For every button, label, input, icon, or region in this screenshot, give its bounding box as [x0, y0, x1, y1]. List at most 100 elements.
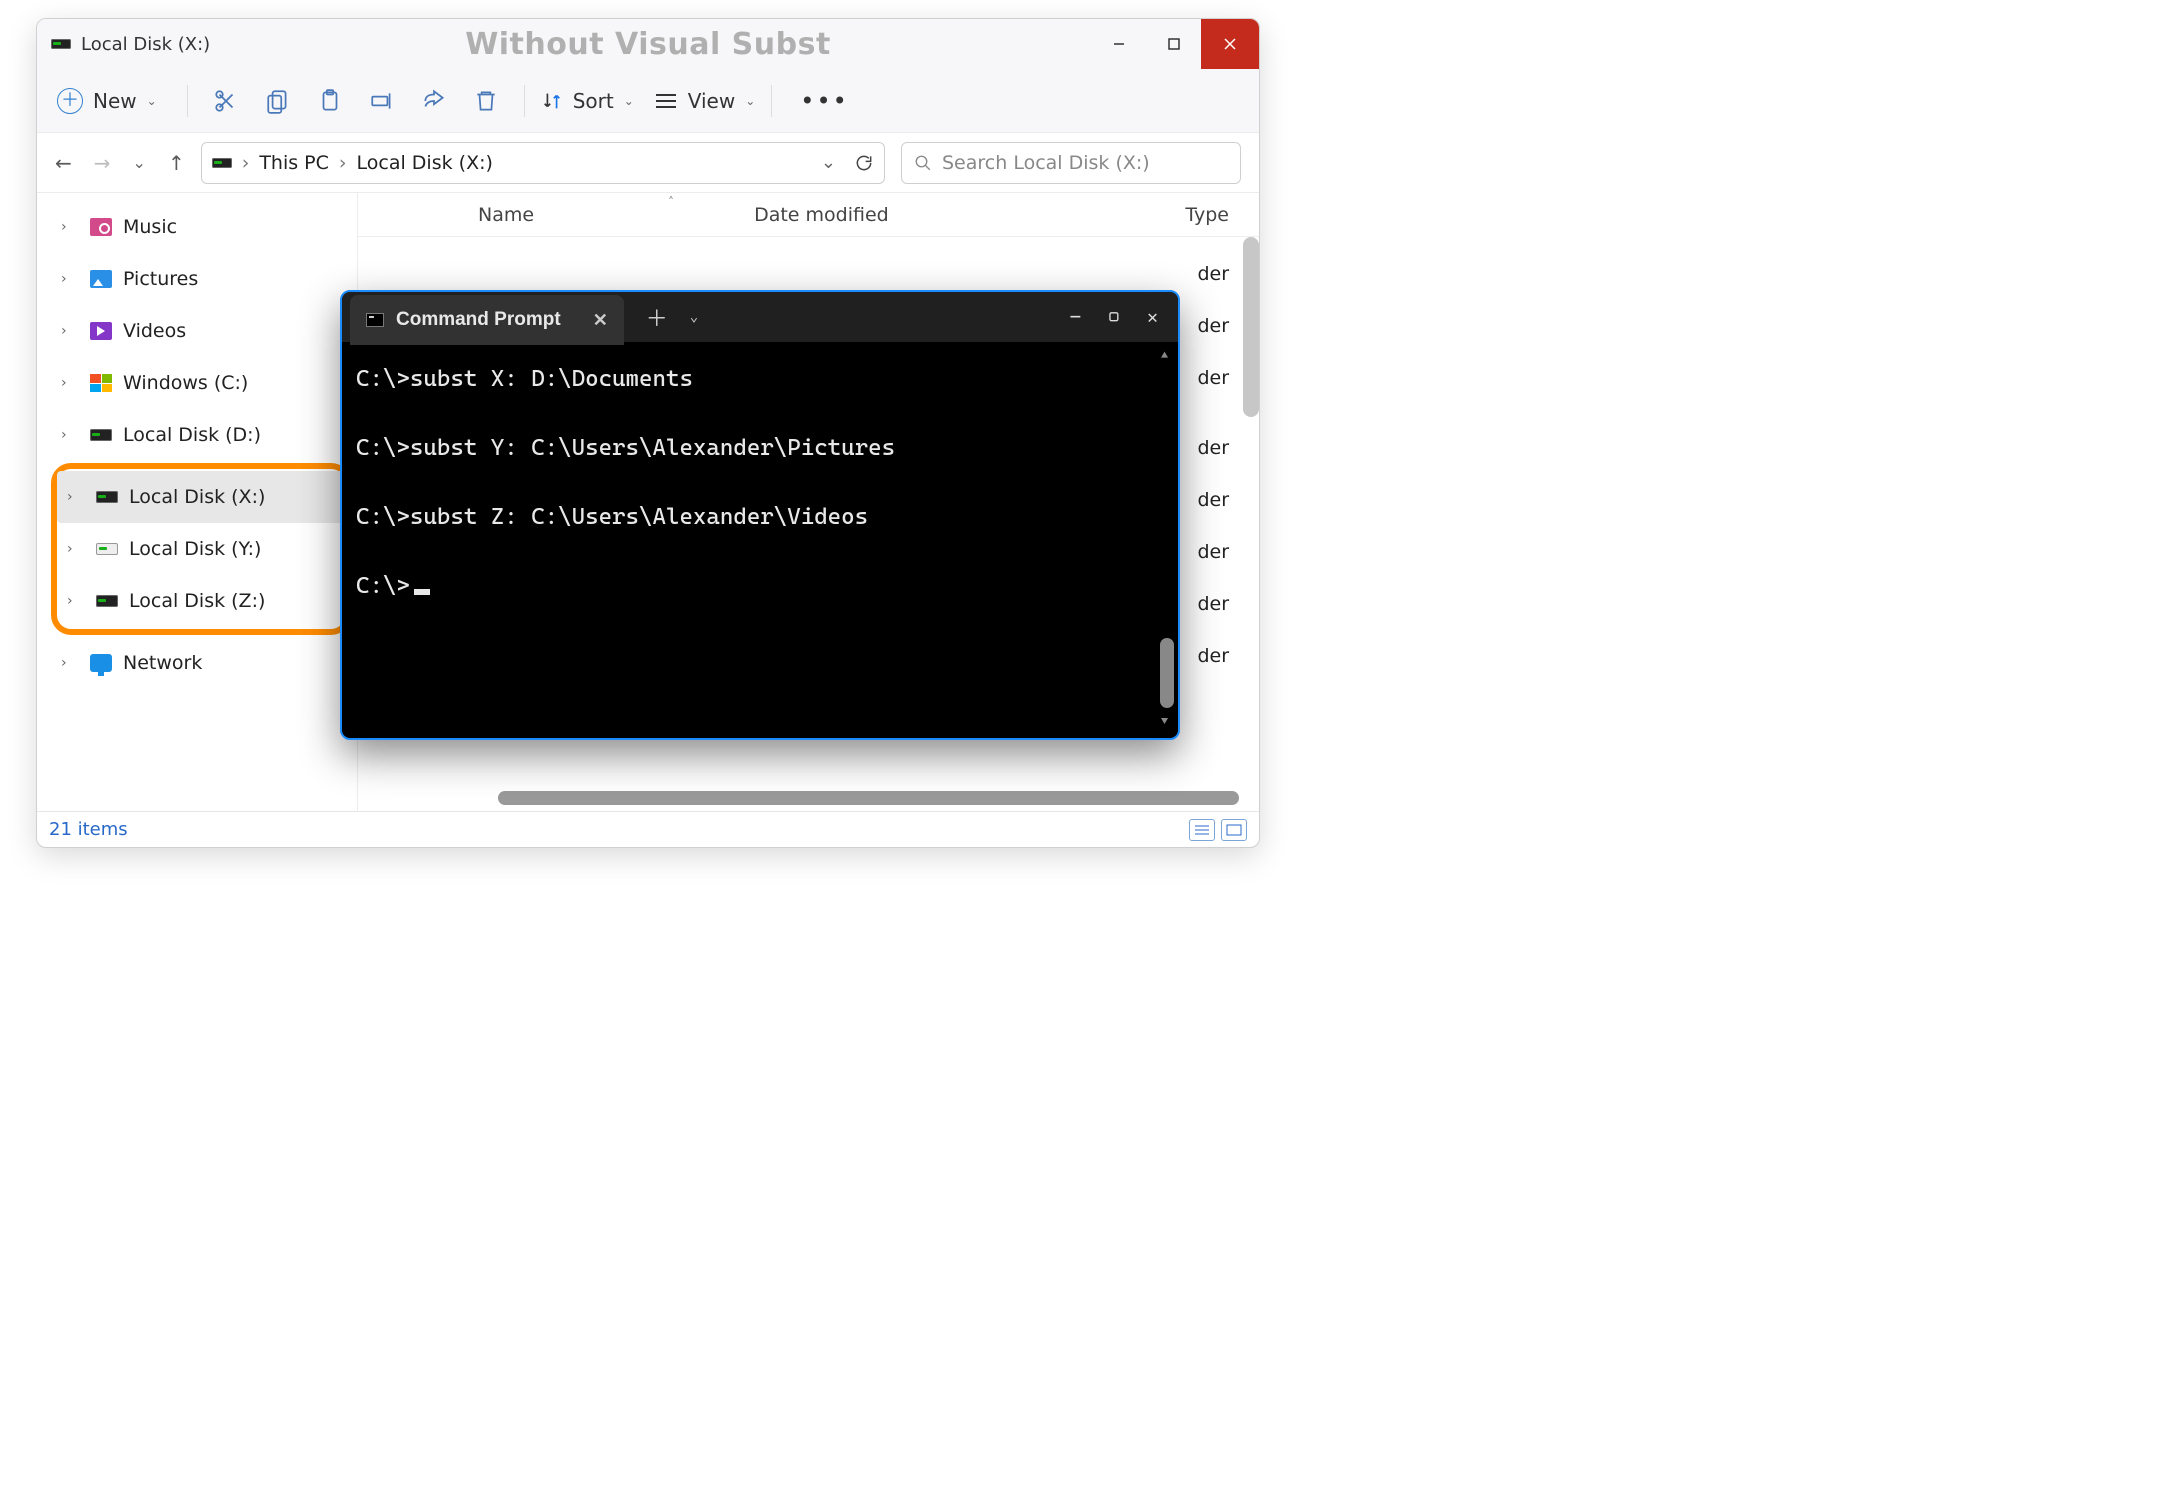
grid-icon — [1226, 824, 1242, 836]
tab-close-button[interactable]: ✕ — [593, 310, 608, 331]
chevron-down-icon: ⌄ — [745, 94, 755, 108]
expand-icon[interactable]: › — [61, 323, 79, 339]
chevron-down-icon: ⌄ — [624, 94, 634, 108]
tree-item[interactable]: ›Network — [37, 637, 357, 689]
tree-item-label: Local Disk (Y:) — [129, 538, 261, 560]
view-label: View — [688, 89, 735, 113]
tab-dropdown[interactable]: ⌄ — [680, 309, 708, 325]
type-cell: der — [1197, 645, 1229, 667]
windows-icon — [90, 374, 112, 392]
cmd-tab[interactable]: Command Prompt ✕ — [350, 295, 624, 345]
column-headers[interactable]: ˄ Name Date modified Type — [358, 193, 1259, 237]
address-bar[interactable]: › This PC › Local Disk (X:) ⌄ — [201, 142, 885, 184]
up-button[interactable]: ↑ — [168, 151, 185, 175]
breadcrumb-thispc[interactable]: This PC — [259, 152, 329, 174]
tree-item[interactable]: ›Local Disk (D:) — [37, 409, 357, 461]
new-button[interactable]: ＋ New ⌄ — [51, 82, 171, 120]
highlighted-drives: ›Local Disk (X:)›Local Disk (Y:)›Local D… — [51, 463, 351, 635]
expand-icon[interactable]: › — [67, 593, 85, 609]
tree-item-label: Pictures — [123, 268, 198, 290]
cmd-close-button[interactable]: ✕ — [1147, 307, 1158, 328]
disk-icon — [96, 543, 118, 555]
refresh-button[interactable] — [854, 153, 874, 173]
delete-button[interactable] — [464, 79, 508, 123]
details-view-button[interactable] — [1189, 819, 1215, 841]
paste-button[interactable] — [308, 79, 352, 123]
more-button[interactable]: ••• — [788, 87, 860, 115]
col-type[interactable]: Type — [1185, 193, 1229, 237]
scroll-thumb[interactable] — [1160, 638, 1174, 708]
search-input[interactable]: Search Local Disk (X:) — [901, 142, 1241, 184]
maximize-button[interactable] — [1146, 19, 1201, 69]
thumbnails-view-button[interactable] — [1221, 819, 1247, 841]
address-row: ← → ⌄ ↑ › This PC › Local Disk (X:) ⌄ Se… — [37, 133, 1259, 193]
cmd-maximize-button[interactable]: ▢ — [1109, 307, 1120, 328]
back-button[interactable]: ← — [55, 151, 72, 175]
scroll-down-icon: ▼ — [1161, 714, 1168, 728]
new-tab-button[interactable]: ＋ — [634, 301, 680, 333]
address-dropdown[interactable]: ⌄ — [821, 152, 836, 173]
overlay-caption: Without Visual Subst — [37, 27, 1259, 62]
forward-button[interactable]: → — [94, 151, 111, 175]
tree-item[interactable]: ›Music — [37, 201, 357, 253]
videos-icon — [90, 322, 112, 340]
tree-item-label: Videos — [123, 320, 186, 342]
recent-dropdown[interactable]: ⌄ — [133, 153, 146, 172]
tree-item[interactable]: ›Local Disk (X:) — [57, 471, 345, 523]
minimize-icon — [1112, 37, 1126, 51]
h-scrollbar[interactable] — [498, 791, 1239, 805]
titlebar: Local Disk (X:) Without Visual Subst — [37, 19, 1259, 69]
window-title: Local Disk (X:) — [81, 34, 210, 55]
close-icon — [1223, 37, 1237, 51]
cmd-scrollbar[interactable]: ▲ ▼ — [1160, 348, 1174, 728]
nav-tree[interactable]: ›Music›Pictures›Videos›Windows (C:)›Loca… — [37, 193, 357, 811]
tree-item[interactable]: › Pictures — [37, 253, 357, 305]
expand-icon[interactable]: › — [61, 375, 79, 391]
close-button[interactable] — [1201, 19, 1259, 69]
col-name[interactable]: Name — [478, 204, 534, 226]
breadcrumb-sep: › — [339, 152, 347, 174]
tree-item[interactable]: › Local Disk (Y:) — [57, 523, 345, 575]
type-cell: der — [1197, 437, 1229, 459]
breadcrumb-current[interactable]: Local Disk (X:) — [357, 152, 493, 174]
cut-button[interactable] — [204, 79, 248, 123]
expand-icon[interactable]: › — [67, 541, 85, 557]
cmd-titlebar: Command Prompt ✕ ＋ ⌄ — ▢ ✕ — [342, 292, 1178, 342]
tree-item[interactable]: › Videos — [37, 305, 357, 357]
plus-icon: ＋ — [57, 88, 83, 114]
disk-icon — [96, 491, 118, 503]
tree-item[interactable]: › Local Disk (Z:) — [57, 575, 345, 627]
expand-icon[interactable]: › — [61, 271, 79, 287]
clipboard-icon — [317, 88, 343, 114]
disk-icon — [51, 39, 71, 49]
minimize-button[interactable] — [1091, 19, 1146, 69]
expand-icon[interactable]: › — [61, 427, 79, 443]
tree-item[interactable]: ›Windows (C:) — [37, 357, 357, 409]
copy-button[interactable] — [256, 79, 300, 123]
terminal-icon — [366, 313, 384, 327]
type-cell: der — [1197, 541, 1229, 563]
scrollbar[interactable] — [1243, 237, 1259, 417]
command-prompt-window: Command Prompt ✕ ＋ ⌄ — ▢ ✕ C:\>subst X: … — [340, 290, 1180, 740]
copy-icon — [265, 88, 291, 114]
music-icon — [90, 218, 112, 236]
sort-button[interactable]: Sort ⌄ — [541, 89, 634, 113]
tree-item-label: Local Disk (Z:) — [129, 590, 265, 612]
expand-icon[interactable]: › — [67, 489, 85, 505]
separator — [771, 85, 772, 117]
sort-icon — [541, 90, 563, 112]
share-button[interactable] — [412, 79, 456, 123]
rename-button[interactable] — [360, 79, 404, 123]
expand-icon[interactable]: › — [61, 219, 79, 235]
view-button[interactable]: View ⌄ — [654, 89, 756, 113]
cmd-minimize-button[interactable]: — — [1070, 307, 1081, 328]
sort-label: Sort — [573, 89, 614, 113]
toolbar: ＋ New ⌄ Sort ⌄ View — [37, 69, 1259, 133]
col-date[interactable]: Date modified — [754, 204, 889, 226]
terminal-output[interactable]: C:\>subst X: D:\Documents C:\>subst Y: C… — [342, 342, 1178, 624]
expand-icon[interactable]: › — [61, 655, 79, 671]
cursor — [414, 589, 430, 595]
status-bar: 21 items — [37, 811, 1259, 847]
type-cell: der — [1197, 489, 1229, 511]
type-cell: der — [1197, 315, 1229, 337]
